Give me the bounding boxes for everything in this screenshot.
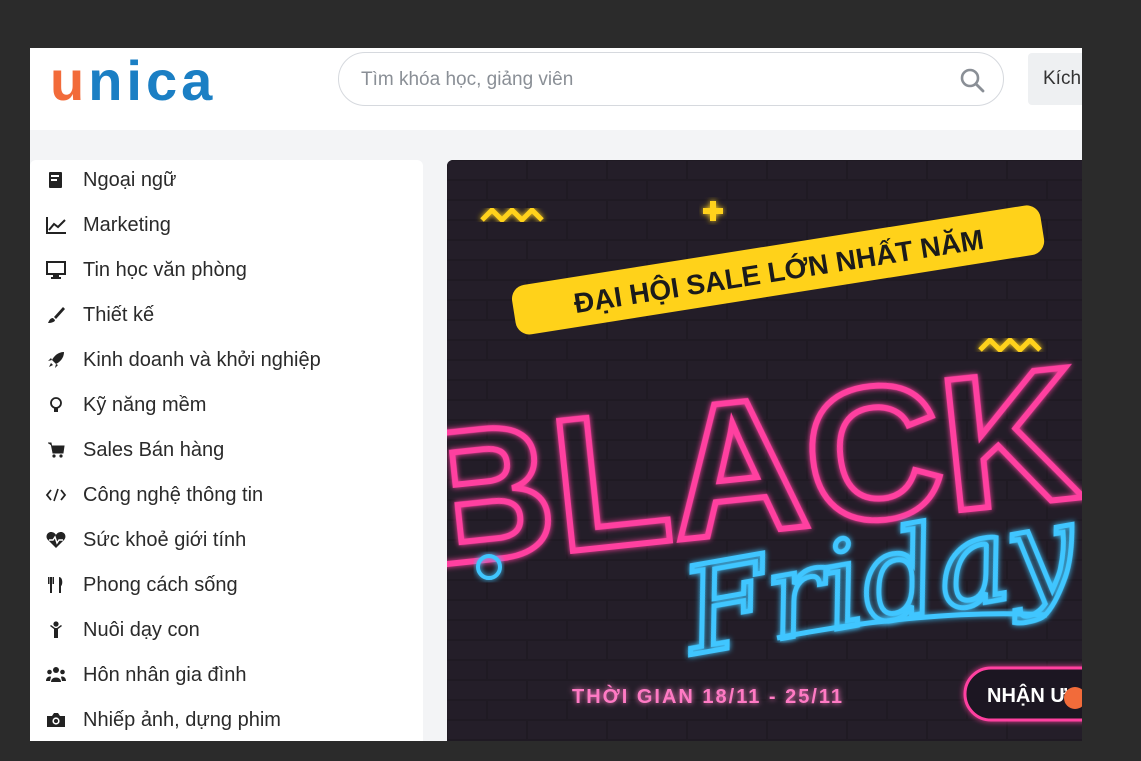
camera-icon <box>44 708 68 732</box>
activate-button[interactable]: Kích <box>1028 53 1082 105</box>
black-friday-banner[interactable]: ĐẠI HỘI SALE LỚN NHẤT NĂM BLACK Friday T… <box>447 160 1082 741</box>
sidebar-item-label: Kinh doanh và khởi nghiệp <box>83 348 321 371</box>
sidebar-item-marketing[interactable]: Marketing <box>44 205 414 245</box>
language-book-icon <box>44 168 68 192</box>
sidebar-item-label: Sales Bán hàng <box>83 438 225 461</box>
sidebar-item-label: Tin học văn phòng <box>83 258 247 281</box>
sale-dates: THỜI GIAN 18/11 - 25/11 <box>572 684 844 708</box>
heartbeat-icon <box>44 528 68 552</box>
sidebar-item-ky-nang-mem[interactable]: Kỹ năng mềm <box>44 385 414 425</box>
sidebar-item-label: Thiết kế <box>83 303 155 326</box>
cta-button[interactable]: NHẬN Ư <box>963 666 1082 722</box>
sidebar-item-kinh-doanh[interactable]: Kinh doanh và khởi nghiệp <box>44 340 414 380</box>
page: unica Kích Ngoại ngữ Marketing <box>30 48 1082 741</box>
monitor-icon <box>44 258 68 282</box>
sidebar-item-label: Nhiếp ảnh, dựng phim <box>83 708 281 731</box>
category-sidebar: Ngoại ngữ Marketing Tin học văn phòng Th… <box>30 160 423 741</box>
logo-letters-nica: nica <box>88 48 217 112</box>
search-input[interactable] <box>359 53 943 107</box>
banner-artwork: ĐẠI HỘI SALE LỚN NHẤT NĂM BLACK Friday T… <box>447 160 1082 741</box>
paintbrush-icon <box>44 303 68 327</box>
utensils-icon <box>44 573 68 597</box>
sidebar-item-cong-nghe[interactable]: Công nghệ thông tin <box>44 475 414 515</box>
sidebar-item-label: Kỹ năng mềm <box>83 393 207 416</box>
sidebar-item-suc-khoe[interactable]: Sức khoẻ giới tính <box>44 520 414 560</box>
cart-icon <box>44 438 68 462</box>
sidebar-item-sales[interactable]: Sales Bán hàng <box>44 430 414 470</box>
sidebar-item-label: Công nghệ thông tin <box>83 483 264 506</box>
lightbulb-icon <box>44 393 68 417</box>
logo-letter-u: u <box>50 48 89 112</box>
unica-logo[interactable]: u nica <box>50 48 217 112</box>
users-icon <box>44 663 68 687</box>
sidebar-item-ngoai-ngu[interactable]: Ngoại ngữ <box>44 160 414 200</box>
line-chart-icon <box>44 213 68 237</box>
sidebar-item-phong-cach-song[interactable]: Phong cách sống <box>44 565 414 605</box>
sidebar-item-tin-hoc-van-phong[interactable]: Tin học văn phòng <box>44 250 414 290</box>
sidebar-item-nuoi-day-con[interactable]: Nuôi dạy con <box>44 610 414 650</box>
cta-label: NHẬN Ư <box>987 683 1067 707</box>
sidebar-item-thiet-ke[interactable]: Thiết kế <box>44 295 414 335</box>
sidebar-item-label: Sức khoẻ giới tính <box>83 528 247 551</box>
sidebar-item-hon-nhan[interactable]: Hôn nhân gia đình <box>44 655 414 695</box>
search-box <box>338 52 1004 107</box>
sidebar-item-label: Marketing <box>83 213 171 236</box>
sidebar-item-label: Nuôi dạy con <box>83 618 200 641</box>
sidebar-item-label: Hôn nhân gia đình <box>83 663 247 686</box>
sidebar-item-label: Phong cách sống <box>83 573 238 596</box>
search-icon[interactable] <box>959 67 985 93</box>
code-icon <box>44 483 68 507</box>
sidebar-item-label: Ngoại ngữ <box>83 168 177 191</box>
child-icon <box>44 618 68 642</box>
sidebar-item-nhiep-anh[interactable]: Nhiếp ảnh, dựng phim <box>44 700 414 740</box>
header: unica Kích <box>30 48 1082 130</box>
rocket-icon <box>44 348 68 372</box>
